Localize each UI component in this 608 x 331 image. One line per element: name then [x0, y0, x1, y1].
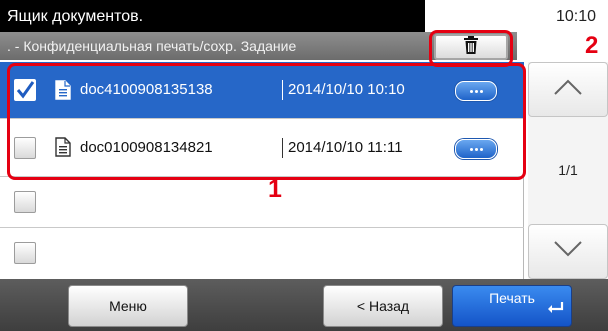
page-indicator: 1/1 — [558, 162, 578, 178]
print-button[interactable]: Печать — [452, 285, 572, 327]
scroll-up-button[interactable] — [528, 62, 608, 117]
window-title: Ящик документов. — [0, 0, 425, 32]
callout-label-1: 1 — [268, 175, 282, 203]
back-button[interactable]: < Назад — [323, 285, 443, 327]
list-item[interactable] — [0, 177, 524, 228]
checkbox[interactable] — [14, 191, 36, 213]
bottom-toolbar: Меню < Назад Печать — [0, 279, 608, 331]
list-item[interactable] — [0, 228, 524, 279]
callout-label-2: 2 — [585, 32, 599, 59]
menu-button[interactable]: Меню — [68, 285, 188, 327]
checkbox[interactable] — [14, 242, 36, 264]
callout-trash-highlight — [429, 30, 513, 67]
clock: 10:10 — [555, 8, 596, 25]
print-button-label: Печать — [489, 290, 535, 306]
enter-arrow-icon — [547, 298, 565, 322]
chevron-up-icon — [553, 78, 583, 101]
scroll-column: 1/1 — [528, 62, 608, 279]
callout-list-highlight — [7, 63, 526, 180]
scroll-down-button[interactable] — [528, 224, 608, 279]
chevron-down-icon — [553, 240, 583, 263]
